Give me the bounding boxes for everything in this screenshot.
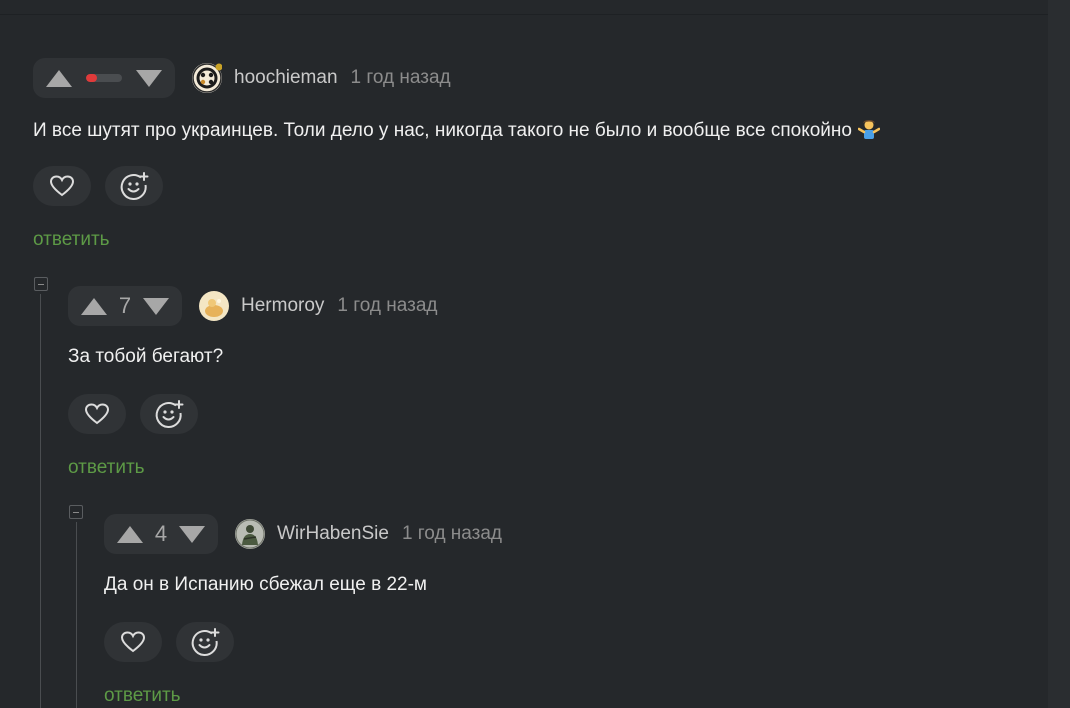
comment-header: 4 WirHabenSie 1 год назад bbox=[104, 514, 502, 554]
downvote-arrow-icon[interactable] bbox=[143, 297, 169, 315]
vote-widget bbox=[33, 58, 175, 98]
reply-link[interactable]: ответить bbox=[68, 457, 145, 479]
avatar-image bbox=[199, 291, 229, 321]
comment-actions bbox=[68, 394, 198, 434]
avatar[interactable] bbox=[199, 291, 229, 321]
comment-actions bbox=[33, 166, 163, 206]
comment-header: 7 Hermoroy 1 год назад bbox=[68, 286, 438, 326]
add-reaction-icon bbox=[191, 628, 220, 656]
downvote-arrow-icon[interactable] bbox=[179, 525, 205, 543]
rating-bar bbox=[86, 74, 122, 82]
like-button[interactable] bbox=[33, 166, 91, 206]
comment-text-content: И все шутят про украинцев. Толи дело у н… bbox=[33, 120, 852, 141]
heart-icon bbox=[84, 403, 110, 425]
avatar-image bbox=[192, 63, 223, 93]
add-reaction-button[interactable] bbox=[140, 394, 198, 434]
vote-widget: 7 bbox=[68, 286, 182, 326]
like-button[interactable] bbox=[68, 394, 126, 434]
collapse-thread-icon[interactable] bbox=[69, 505, 83, 519]
like-button[interactable] bbox=[104, 622, 162, 662]
timestamp[interactable]: 1 год назад bbox=[337, 295, 437, 317]
reply-link[interactable]: ответить bbox=[33, 229, 110, 251]
avatar[interactable] bbox=[235, 519, 265, 549]
reply-link[interactable]: ответить bbox=[104, 685, 181, 707]
heart-icon bbox=[49, 175, 75, 197]
right-sidebar-strip bbox=[1048, 0, 1070, 708]
vote-widget: 4 bbox=[104, 514, 218, 554]
timestamp[interactable]: 1 год назад bbox=[402, 523, 502, 545]
heart-icon bbox=[120, 631, 146, 653]
downvote-arrow-icon[interactable] bbox=[136, 69, 162, 87]
comment-text: И все шутят про украинцев. Толи дело у н… bbox=[33, 118, 880, 142]
rating-negative-fill bbox=[86, 74, 97, 82]
comment-actions bbox=[104, 622, 234, 662]
upvote-arrow-icon[interactable] bbox=[117, 525, 143, 543]
upvote-arrow-icon[interactable] bbox=[81, 297, 107, 315]
comments-page: hoochieman 1 год назад И все шутят про у… bbox=[0, 0, 1070, 708]
upvote-arrow-icon[interactable] bbox=[46, 69, 72, 87]
add-reaction-icon bbox=[155, 400, 184, 428]
comment-text: Да он в Испанию сбежал еще в 22-м bbox=[104, 574, 427, 595]
comment-header: hoochieman 1 год назад bbox=[33, 58, 451, 98]
username[interactable]: hoochieman bbox=[234, 67, 338, 89]
avatar-image bbox=[235, 519, 265, 549]
thread-line[interactable] bbox=[40, 294, 41, 708]
username[interactable]: Hermoroy bbox=[241, 295, 324, 317]
top-edge bbox=[0, 0, 1048, 15]
thread-line[interactable] bbox=[76, 522, 77, 708]
collapse-thread-icon[interactable] bbox=[34, 277, 48, 291]
avatar[interactable] bbox=[192, 63, 223, 93]
comment-text: За тобой бегают? bbox=[68, 346, 224, 367]
add-reaction-icon bbox=[120, 172, 149, 200]
shrug-person-emoji bbox=[857, 120, 880, 139]
timestamp[interactable]: 1 год назад bbox=[351, 67, 451, 89]
add-reaction-button[interactable] bbox=[105, 166, 163, 206]
add-reaction-button[interactable] bbox=[176, 622, 234, 662]
score: 4 bbox=[154, 521, 168, 546]
username[interactable]: WirHabenSie bbox=[277, 523, 389, 545]
score: 7 bbox=[118, 293, 132, 318]
